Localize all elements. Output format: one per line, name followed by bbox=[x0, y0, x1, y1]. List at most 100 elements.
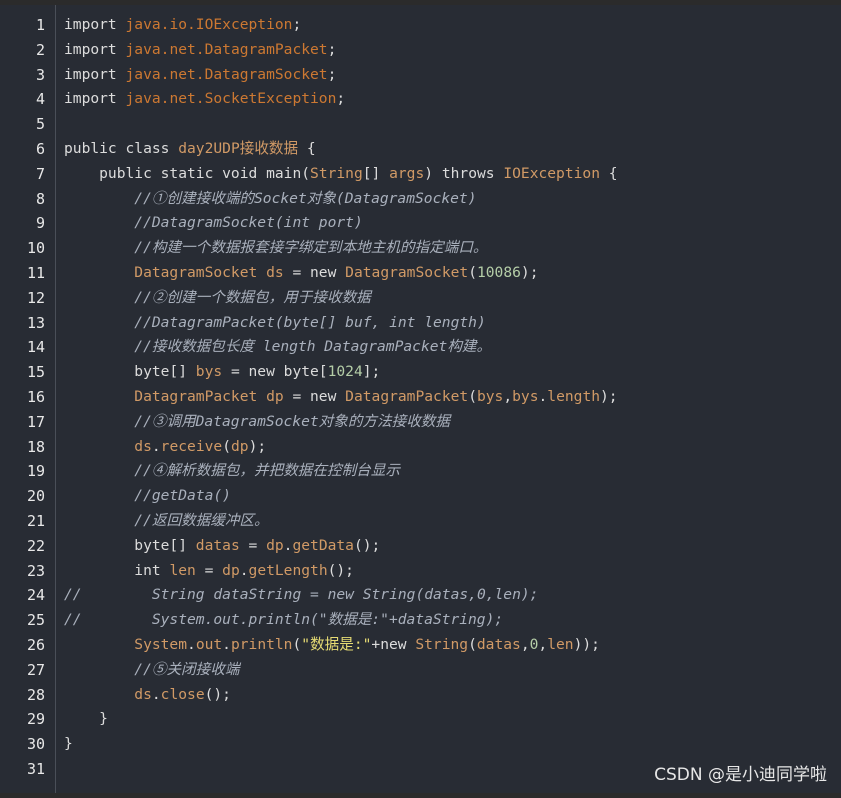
code-token: //返回数据缓冲区。 bbox=[64, 512, 269, 529]
code-token: bys bbox=[512, 388, 539, 405]
code-line: import java.net.SocketException; bbox=[64, 87, 345, 112]
code-line: public class day2UDP接收数据 { bbox=[64, 137, 316, 162]
code-token: println bbox=[230, 636, 293, 653]
code-line: DatagramPacket dp = new DatagramPacket(b… bbox=[64, 385, 618, 410]
code-token: String bbox=[310, 164, 363, 182]
line-number: 23 bbox=[26, 561, 45, 580]
code-token: java.io.IOException bbox=[125, 16, 293, 33]
code-token: //DatagramSocket(int port) bbox=[64, 214, 363, 232]
code-line: //②创建一个数据包，用于接收数据 bbox=[64, 286, 371, 311]
code-token: "数据是:" bbox=[301, 636, 372, 653]
code-token: [] bbox=[362, 164, 390, 182]
code-token: dp bbox=[222, 561, 240, 579]
code-area[interactable]: import java.io.IOException; import java.… bbox=[64, 5, 841, 793]
code-token: ; bbox=[292, 16, 302, 33]
code-token: ( bbox=[468, 636, 477, 653]
code-token: //①创建接收端的Socket对象(DatagramSocket) bbox=[64, 189, 477, 207]
code-token: day2UDP接收数据 bbox=[178, 140, 299, 157]
code-token: length bbox=[547, 388, 601, 405]
line-number: 27 bbox=[26, 660, 45, 679]
line-number: 6 bbox=[35, 140, 45, 158]
line-number: 3 bbox=[35, 65, 45, 84]
code-token: import bbox=[64, 16, 126, 33]
code-token: +new bbox=[371, 636, 416, 653]
code-token: ( bbox=[468, 388, 477, 405]
line-number: 16 bbox=[26, 388, 45, 406]
code-token: DatagramPacket bbox=[345, 388, 469, 405]
code-line: // String dataString = new String(datas,… bbox=[64, 583, 538, 608]
code-token: //DatagramPacket(byte[] buf, int length) bbox=[64, 313, 486, 331]
code-token: DatagramPacket dp bbox=[64, 388, 284, 405]
code-token: bys bbox=[195, 363, 223, 381]
code-token: ds bbox=[64, 685, 152, 703]
code-line: //构建一个数据报套接字绑定到本地主机的指定端口。 bbox=[64, 236, 488, 261]
code-token: ); bbox=[248, 437, 267, 455]
code-line: //①创建接收端的Socket对象(DatagramSocket) bbox=[64, 187, 477, 212]
code-token: bys bbox=[476, 388, 504, 405]
code-editor[interactable]: 1 2 3 4 5 6 7 8 9 10 11 12 13 14 15 16 1… bbox=[0, 5, 841, 793]
code-token: // System.out.println("数据是:"+dataString)… bbox=[64, 611, 504, 629]
code-token: ; bbox=[327, 40, 337, 58]
code-token: ); bbox=[600, 388, 618, 405]
line-number: 5 bbox=[35, 115, 45, 134]
code-token: DatagramSocket ds bbox=[64, 264, 284, 281]
code-line: public static void main(String[] args) t… bbox=[64, 162, 618, 187]
code-token: . bbox=[538, 388, 548, 405]
line-number-gutter: 1 2 3 4 5 6 7 8 9 10 11 12 13 14 15 16 1… bbox=[0, 5, 56, 793]
code-token: import bbox=[64, 65, 126, 83]
line-number: 10 bbox=[26, 239, 45, 258]
code-line: } bbox=[64, 732, 73, 757]
code-token: 10086 bbox=[476, 264, 521, 281]
code-token: ; bbox=[336, 90, 346, 108]
code-token: receive bbox=[160, 437, 223, 455]
code-token: byte[] bbox=[64, 536, 196, 554]
code-token: 1024 bbox=[327, 363, 363, 381]
line-number: 30 bbox=[26, 735, 45, 754]
code-line: byte[] datas = dp.getData(); bbox=[64, 534, 380, 559]
code-line: //接收数据包长度 length DatagramPacket构建。 bbox=[64, 335, 491, 360]
code-token: //⑤关闭接收端 bbox=[64, 660, 240, 678]
line-number: 18 bbox=[26, 437, 45, 456]
line-number: 8 bbox=[35, 189, 45, 208]
line-number: 20 bbox=[26, 487, 45, 506]
code-token: // String dataString = new String(datas,… bbox=[64, 586, 539, 604]
code-line: //getData() bbox=[64, 484, 231, 509]
code-token: ) throws bbox=[424, 164, 504, 182]
line-number: 12 bbox=[26, 288, 45, 307]
code-line: import java.net.DatagramPacket; bbox=[64, 38, 336, 63]
code-token: = bbox=[239, 536, 267, 554]
code-token: dp bbox=[230, 437, 249, 455]
code-token: java.net.DatagramPacket bbox=[125, 40, 328, 58]
code-line: //④解析数据包，并把数据在控制台显示 bbox=[64, 459, 400, 484]
line-number: 29 bbox=[26, 710, 45, 729]
line-number: 2 bbox=[35, 40, 45, 59]
code-line: // System.out.println("数据是:"+dataString)… bbox=[64, 608, 503, 633]
line-number: 1 bbox=[35, 16, 45, 34]
code-token: out bbox=[195, 636, 223, 653]
code-token: (); bbox=[353, 536, 381, 554]
code-line: int len = dp.getLength(); bbox=[64, 559, 354, 584]
line-number: 25 bbox=[26, 611, 45, 630]
code-token: getData bbox=[292, 536, 354, 554]
code-token: = new byte[ bbox=[222, 363, 328, 381]
code-token: . bbox=[151, 685, 161, 703]
code-token: { bbox=[600, 164, 618, 182]
code-token: = bbox=[195, 561, 223, 579]
code-token: //③调用DatagramSocket对象的方法接收数据 bbox=[64, 412, 450, 430]
code-token: , bbox=[520, 636, 530, 653]
code-token: datas bbox=[476, 636, 521, 653]
code-token: getLength bbox=[248, 561, 328, 579]
code-token: (); bbox=[327, 561, 354, 579]
code-line: DatagramSocket ds = new DatagramSocket(1… bbox=[64, 261, 538, 286]
code-token: len bbox=[169, 561, 196, 579]
code-token: String bbox=[415, 636, 469, 653]
code-token: //构建一个数据报套接字绑定到本地主机的指定端口。 bbox=[64, 239, 488, 257]
line-number: 28 bbox=[26, 685, 45, 704]
code-token: . bbox=[239, 561, 249, 579]
code-token: { bbox=[298, 140, 316, 157]
code-line: import java.io.IOException; bbox=[64, 13, 301, 38]
line-number: 15 bbox=[26, 363, 45, 382]
code-token: byte[] bbox=[64, 363, 196, 381]
code-line: //⑤关闭接收端 bbox=[64, 658, 239, 683]
code-token: int bbox=[64, 561, 170, 579]
